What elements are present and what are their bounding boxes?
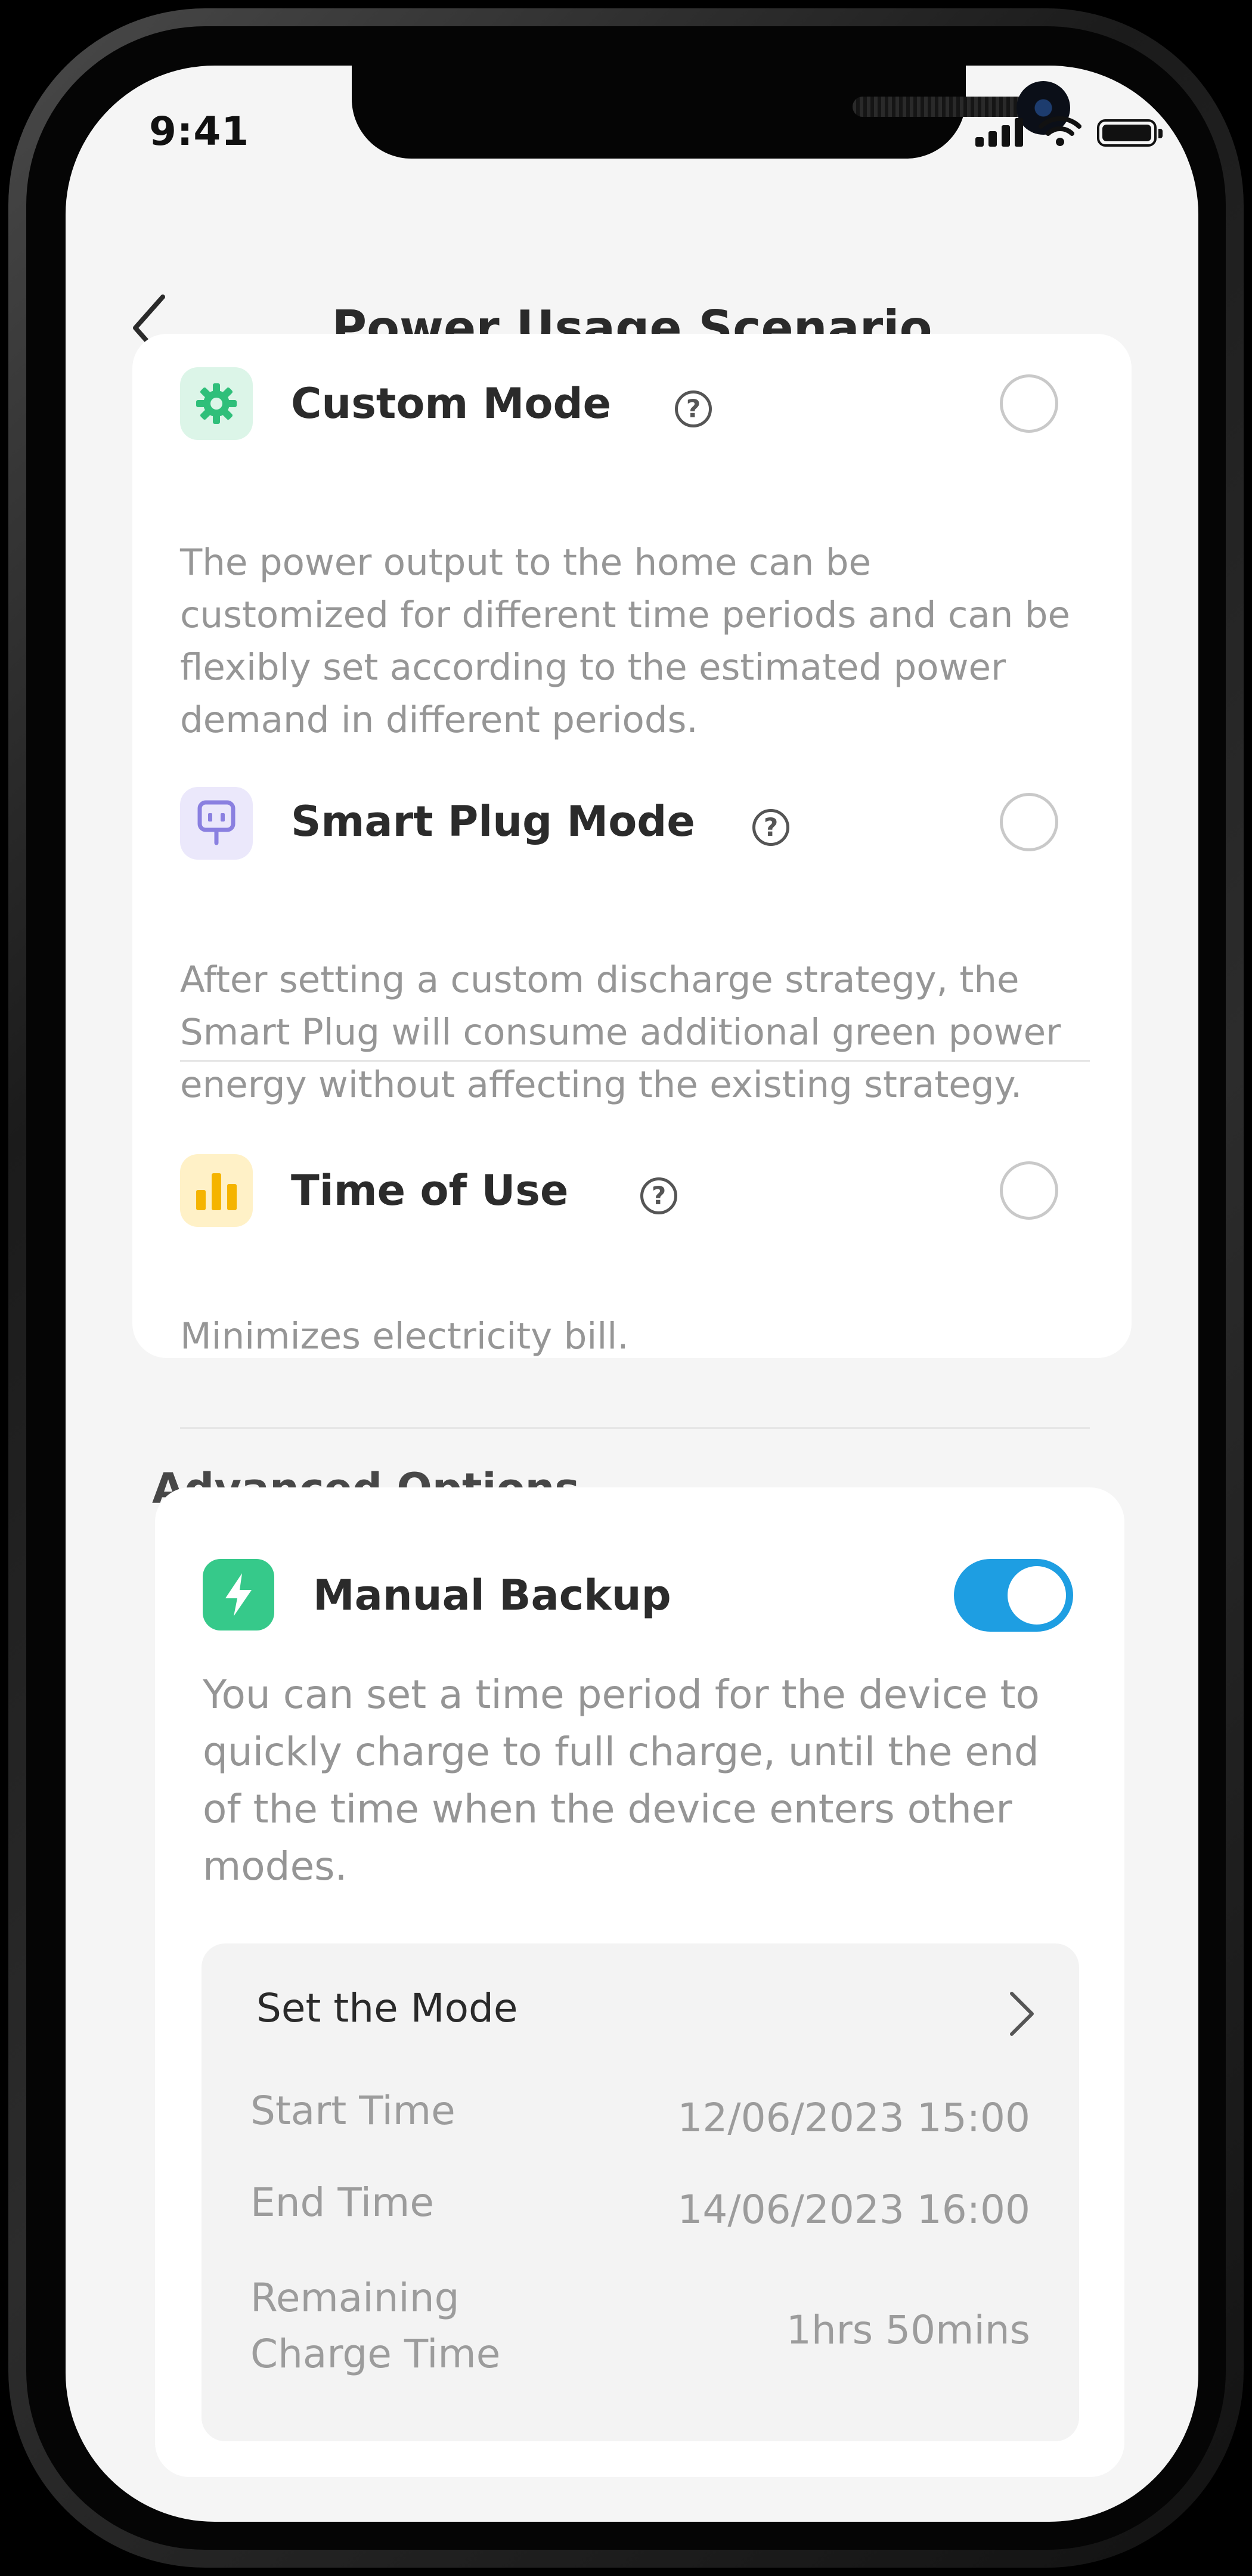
bar-chart-icon (196, 1173, 237, 1210)
help-icon[interactable]: ? (640, 1177, 677, 1214)
status-icons (975, 116, 1163, 147)
app-screen: 9:41 Power Usage Scenario Custom Mode ? … (66, 66, 1198, 2522)
mode-list-card: Custom Mode ? The power output to the ho… (132, 334, 1132, 1429)
gear-icon (196, 383, 237, 424)
chevron-right-icon (1010, 1992, 1034, 2036)
manual-backup-toggle[interactable] (954, 1559, 1073, 1632)
mode-radio-custom[interactable] (1000, 374, 1058, 433)
mode-description: Minimizes electricity bill. (180, 1315, 629, 1357)
mode-description: The power output to the home can be cust… (180, 541, 1071, 741)
notch (352, 66, 1070, 159)
end-time-value: 14/06/2023 16:00 (677, 2187, 1030, 2233)
mode-icon-smart-plug (180, 787, 253, 860)
start-time-value: 12/06/2023 15:00 (677, 2095, 1030, 2141)
mode-description: After setting a custom discharge strateg… (180, 959, 1061, 1106)
divider (180, 1427, 1090, 1429)
remaining-time-value: 1hrs 50mins (786, 2307, 1030, 2353)
mode-radio-time-of-use[interactable] (1000, 1161, 1058, 1220)
mode-radio-smart-plug[interactable] (1000, 793, 1058, 851)
remaining-time-label: Remaining Charge Time (250, 2275, 501, 2377)
manual-backup-description: You can set a time period for the device… (203, 1672, 1040, 1889)
set-mode-label: Set the Mode (256, 1985, 518, 2031)
lightning-bolt-icon (225, 1573, 252, 1616)
end-time-label: End Time (250, 2180, 434, 2225)
mode-icon-custom (180, 367, 253, 440)
cellular-signal-icon (975, 118, 1023, 147)
mode-title: Time of Use (291, 1166, 569, 1215)
status-time: 9:41 (149, 109, 250, 154)
help-icon[interactable]: ? (675, 390, 712, 427)
manual-backup-title: Manual Backup (313, 1571, 671, 1620)
earpiece-speaker (853, 97, 1043, 117)
battery-icon (1097, 119, 1163, 147)
start-time-label: Start Time (250, 2088, 455, 2134)
plug-icon (197, 800, 235, 845)
manual-backup-card: Manual Backup You can set a time period … (155, 1487, 1124, 2477)
mode-title: Custom Mode (291, 379, 612, 428)
mode-icon-time-of-use (180, 1154, 253, 1227)
mode-title: Smart Plug Mode (291, 797, 695, 846)
battery-level (1102, 125, 1151, 141)
set-mode-row[interactable]: Set the Mode (202, 1943, 1079, 2039)
backup-schedule-panel: Set the Mode Start Time 12/06/2023 15:00… (202, 1943, 1079, 2441)
help-icon[interactable]: ? (752, 809, 789, 846)
wifi-icon (1039, 116, 1081, 146)
manual-backup-icon (203, 1559, 274, 1630)
toggle-knob (1008, 1566, 1066, 1625)
